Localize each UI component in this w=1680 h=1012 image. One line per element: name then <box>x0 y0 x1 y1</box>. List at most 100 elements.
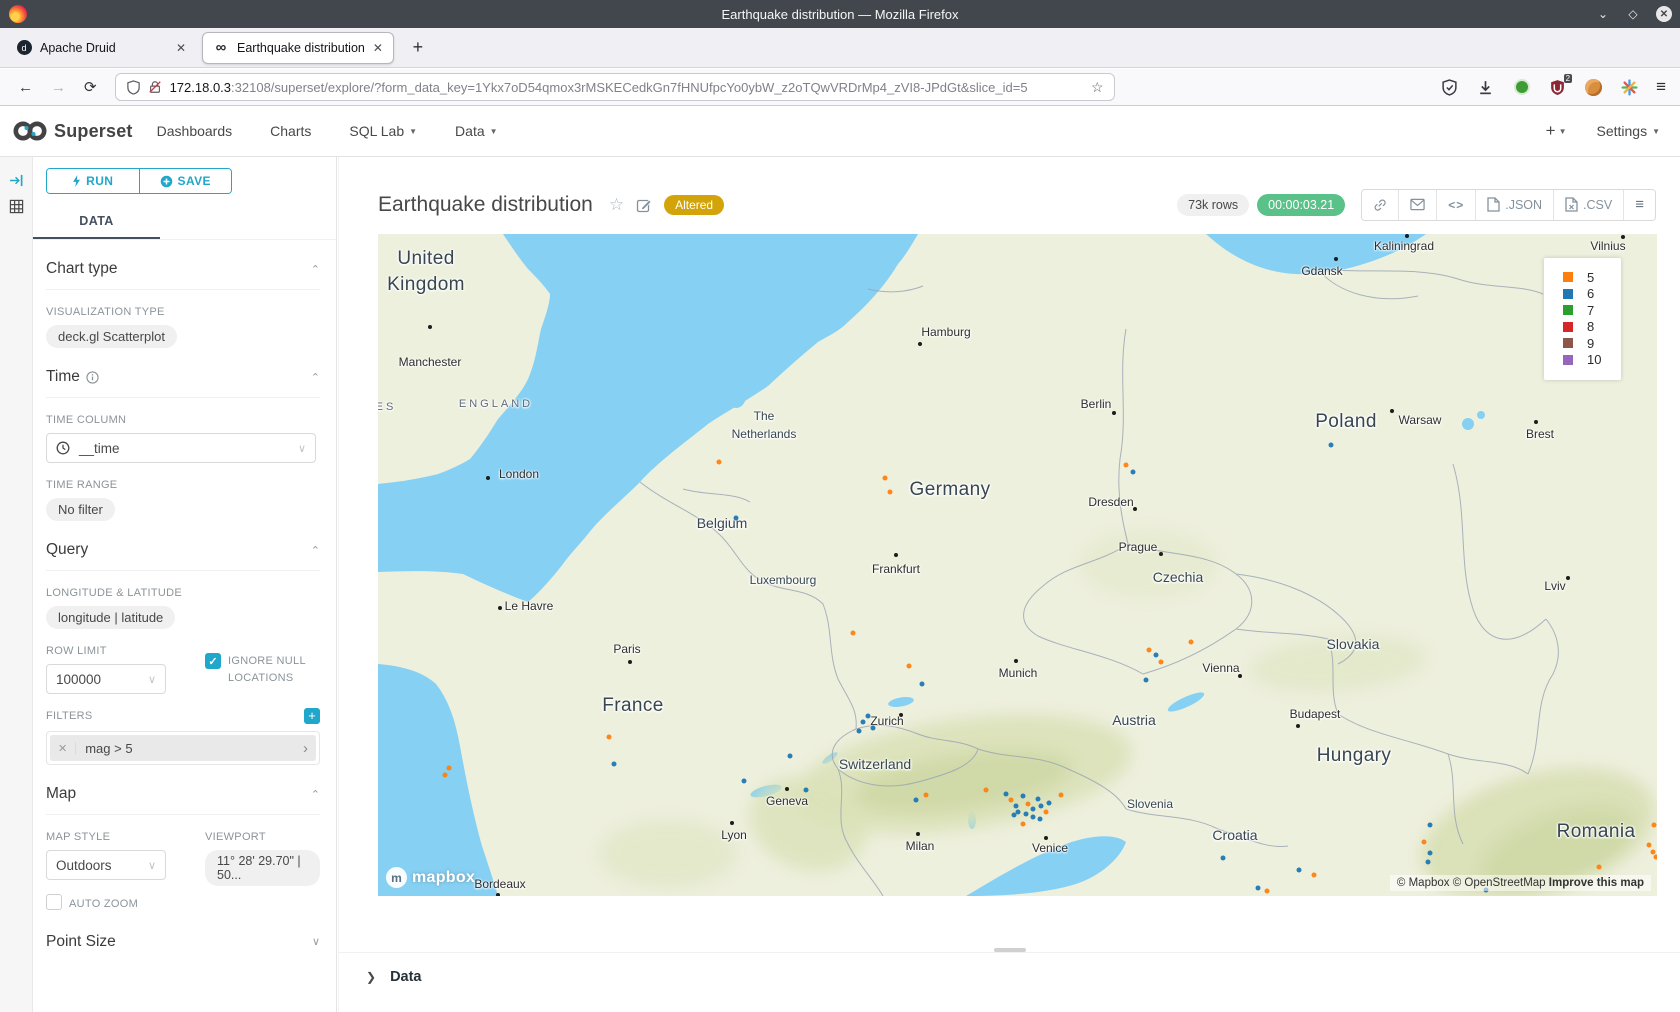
nav-item-charts[interactable]: Charts <box>270 123 311 139</box>
earthquake-point[interactable] <box>888 490 893 495</box>
view-query-button[interactable]: <> <box>1436 190 1475 220</box>
browser-tab[interactable]: dApache Druid✕ <box>6 32 196 64</box>
earthquake-point[interactable] <box>1647 843 1652 848</box>
tab-close-icon[interactable]: ✕ <box>373 41 383 55</box>
earthquake-point[interactable] <box>1031 815 1036 820</box>
earthquake-point[interactable] <box>924 793 929 798</box>
earthquake-point[interactable] <box>851 631 856 636</box>
earthquake-point[interactable] <box>607 735 612 740</box>
dataset-grid-icon[interactable] <box>0 193 33 219</box>
nav-item-sql-lab[interactable]: SQL Lab ▼ <box>349 123 417 139</box>
run-button[interactable]: RUN <box>47 169 139 193</box>
earthquake-point[interactable] <box>1312 873 1317 878</box>
legend-item[interactable]: 10 <box>1563 352 1611 369</box>
bookmark-star-icon[interactable]: ☆ <box>1091 79 1104 96</box>
superset-brand[interactable]: Superset <box>12 119 133 143</box>
reload-icon[interactable]: ⟳ <box>84 78 97 96</box>
cookie-extension-icon[interactable] <box>1584 78 1603 97</box>
email-button[interactable] <box>1398 190 1436 220</box>
earthquake-point[interactable] <box>788 754 793 759</box>
earthquake-point[interactable] <box>1297 868 1302 873</box>
earthquake-point[interactable] <box>1036 797 1041 802</box>
legend-item[interactable]: 9 <box>1563 335 1611 352</box>
earthquake-point[interactable] <box>866 714 871 719</box>
section-point-size-header[interactable]: Point Size∨ <box>46 933 320 962</box>
viz-type-value[interactable]: deck.gl Scatterplot <box>46 325 177 348</box>
attribution-mapbox[interactable]: © Mapbox <box>1397 877 1450 889</box>
earthquake-point[interactable] <box>1047 801 1052 806</box>
legend-item[interactable]: 6 <box>1563 286 1611 303</box>
browser-menu-icon[interactable]: ≡ <box>1656 77 1666 97</box>
earthquake-point[interactable] <box>984 788 989 793</box>
share-link-button[interactable] <box>1362 190 1398 220</box>
new-tab-button[interactable]: + <box>404 34 432 62</box>
export-json-button[interactable]: .JSON <box>1475 190 1553 220</box>
earthquake-point[interactable] <box>1021 822 1026 827</box>
earthquake-point[interactable] <box>1014 804 1019 809</box>
time-range-value[interactable]: No filter <box>46 498 115 521</box>
time-column-select[interactable]: __time ∨ <box>46 433 316 463</box>
chart-menu-button[interactable]: ≡ <box>1623 190 1655 220</box>
earthquake-point[interactable] <box>1221 856 1226 861</box>
section-time-header[interactable]: Time ⌃ <box>46 368 320 398</box>
earthquake-point[interactable] <box>447 766 452 771</box>
filter-chip[interactable]: ✕ mag > 5 › <box>50 735 316 761</box>
nav-item-dashboards[interactable]: Dashboards <box>157 123 233 139</box>
window-minimize-button[interactable]: ⌄ <box>1596 7 1610 21</box>
expand-filter-icon[interactable]: › <box>295 740 316 757</box>
earthquake-point[interactable] <box>1021 794 1026 799</box>
earthquake-point[interactable] <box>1154 653 1159 658</box>
earthquake-point[interactable] <box>1256 886 1261 891</box>
earthquake-point[interactable] <box>1144 678 1149 683</box>
section-map-header[interactable]: Map⌃ <box>46 785 320 815</box>
earthquake-point[interactable] <box>1654 855 1658 860</box>
colorful-extension-icon[interactable] <box>1620 78 1639 97</box>
remove-filter-icon[interactable]: ✕ <box>50 742 76 755</box>
earthquake-point[interactable] <box>1265 889 1270 894</box>
new-item-button[interactable]: + ▼ <box>1546 121 1567 141</box>
earthquake-point[interactable] <box>1428 823 1433 828</box>
tab-close-icon[interactable]: ✕ <box>176 41 186 55</box>
earthquake-point[interactable] <box>883 476 888 481</box>
earthquake-point[interactable] <box>1124 463 1129 468</box>
window-close-button[interactable]: ✕ <box>1656 6 1672 22</box>
earthquake-point[interactable] <box>1147 648 1152 653</box>
earthquake-point[interactable] <box>1038 817 1043 822</box>
attribution-improve-link[interactable]: Improve this map <box>1549 877 1644 889</box>
viewport-value[interactable]: 11° 28' 29.70" | 50... <box>205 850 320 886</box>
section-chart-type-header[interactable]: Chart type⌃ <box>46 260 320 290</box>
mapbox-logo[interactable]: m mapbox <box>386 867 475 888</box>
earthquake-point[interactable] <box>1026 802 1031 807</box>
legend-item[interactable]: 8 <box>1563 319 1611 336</box>
url-bar[interactable]: 172.18.0.3:32108/superset/explore/?form_… <box>115 73 1115 101</box>
map-style-select[interactable]: Outdoors∨ <box>46 850 166 880</box>
extension-green-icon[interactable] <box>1512 78 1531 97</box>
insecure-lock-icon[interactable] <box>148 80 162 94</box>
earthquake-point[interactable] <box>1009 798 1014 803</box>
earthquake-point[interactable] <box>1428 851 1433 856</box>
earthquake-point[interactable] <box>1426 860 1431 865</box>
earthquake-point[interactable] <box>914 798 919 803</box>
attribution-osm[interactable]: © OpenStreetMap <box>1453 877 1546 889</box>
ublock-icon[interactable]: 2 <box>1548 78 1567 97</box>
earthquake-point[interactable] <box>871 726 876 731</box>
export-csv-button[interactable]: .CSV <box>1553 190 1623 220</box>
earthquake-point[interactable] <box>717 460 722 465</box>
window-maximize-button[interactable]: ◇ <box>1626 7 1640 21</box>
edit-properties-icon[interactable] <box>636 197 652 213</box>
earthquake-point[interactable] <box>861 720 866 725</box>
earthquake-point[interactable] <box>857 729 862 734</box>
earthquake-point[interactable] <box>907 664 912 669</box>
legend-item[interactable]: 7 <box>1563 302 1611 319</box>
earthquake-point[interactable] <box>1422 840 1427 845</box>
ignore-null-checkbox[interactable]: ✓ IGNORE NULL LOCATIONS <box>205 653 320 686</box>
earthquake-point[interactable] <box>1131 470 1136 475</box>
url-text[interactable]: 172.18.0.3:32108/superset/explore/?form_… <box>170 80 1085 95</box>
earthquake-point[interactable] <box>1004 792 1009 797</box>
browser-tab[interactable]: ∞Earthquake distribution✕ <box>202 32 394 64</box>
data-panel-title[interactable]: Data <box>390 969 421 985</box>
forward-icon[interactable]: → <box>51 79 66 96</box>
earthquake-point[interactable] <box>1059 793 1064 798</box>
earthquake-point[interactable] <box>1044 810 1049 815</box>
earthquake-point[interactable] <box>1031 807 1036 812</box>
